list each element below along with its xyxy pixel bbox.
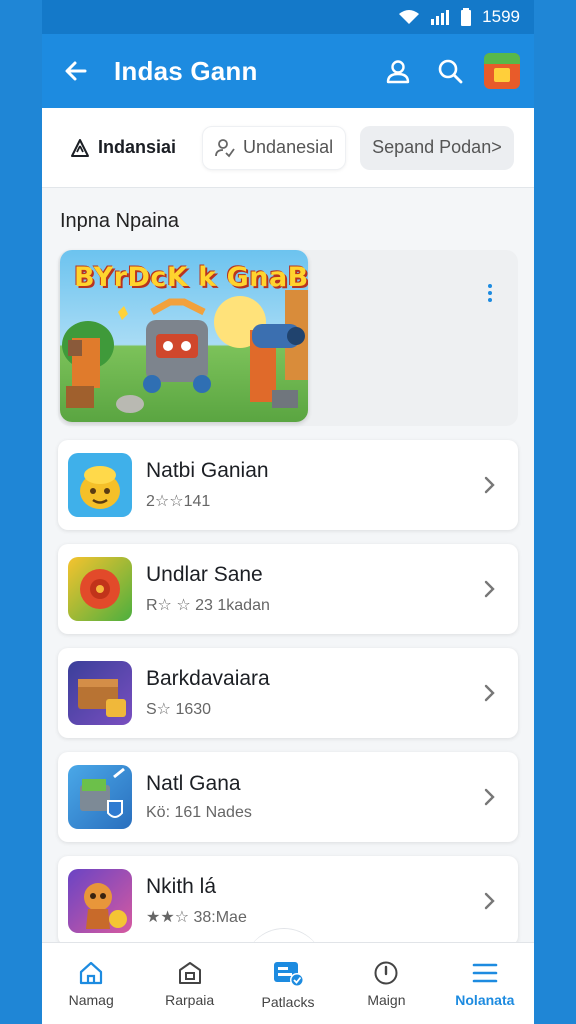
nav-patlacks[interactable]: Patlacks <box>239 943 337 1024</box>
list-item[interactable]: Natl Gana Kö: 161 Nades <box>58 752 518 842</box>
arrow-left-icon <box>65 61 87 81</box>
game-icon <box>68 765 132 829</box>
game-icon <box>68 453 132 517</box>
game-name: Undlar Sane <box>146 563 263 586</box>
game-meta: R☆ ☆ 23 1kadan <box>146 597 270 614</box>
nav-label: Patlacks <box>261 993 315 1010</box>
game-meta: S☆ 1630 <box>146 701 212 718</box>
menu-icon <box>472 963 498 982</box>
chevron-right-icon <box>480 475 500 495</box>
chevron-right-icon <box>480 787 500 807</box>
chevron-right-icon <box>480 683 500 703</box>
nav-nolanata[interactable]: Nolanata <box>436 943 534 1024</box>
game-meta: ★★☆ 38:Mae <box>146 909 247 926</box>
status-time: 1599 <box>482 7 520 26</box>
tab-label: Indansiai <box>98 137 177 157</box>
nav-home[interactable]: Namag <box>42 943 140 1024</box>
game-name: Nkith lá <box>146 875 217 898</box>
more-options-button[interactable] <box>480 280 500 306</box>
game-name: Natbi Ganian <box>146 459 269 482</box>
section-title: Inpna Npaina <box>60 210 179 232</box>
nav-rarpaia[interactable]: Rarpaia <box>140 943 238 1024</box>
featured-game-card[interactable]: BYrDcK k GnaBi <box>58 250 518 426</box>
nav-maign[interactable]: Maign <box>337 943 435 1024</box>
triangle-person-icon <box>71 138 89 157</box>
search-button[interactable] <box>432 53 468 89</box>
status-bar: 1599 <box>42 0 534 34</box>
tab-undanesial[interactable]: Undanesial <box>202 125 347 170</box>
page-title: Indas Gann <box>114 55 258 86</box>
game-meta: 2☆☆141 <box>146 493 211 510</box>
back-button[interactable] <box>60 55 92 87</box>
gift-icon <box>484 53 520 89</box>
search-icon <box>438 59 463 84</box>
wifi-icon <box>398 9 420 25</box>
nav-label: Nolanata <box>455 991 515 1008</box>
game-list: Natbi Ganian 2☆☆141 Undlar Sane R☆ ☆ 23 … <box>58 440 518 946</box>
tab-label: Sepand Podan> <box>372 137 502 157</box>
app-bar: Indas Gann <box>42 34 534 108</box>
list-item[interactable]: Undlar Sane R☆ ☆ 23 1kadan <box>58 544 518 634</box>
nav-label: Maign <box>367 991 406 1008</box>
banner-title: BYrDcK k GnaBi <box>74 262 308 293</box>
game-icon <box>68 869 132 933</box>
tab-label: Undanesial <box>243 137 334 157</box>
game-name: Natl Gana <box>146 772 241 795</box>
gift-button[interactable] <box>484 53 520 89</box>
user-check-icon <box>215 138 235 157</box>
nav-label: Rarpaia <box>165 991 215 1008</box>
game-meta: Kö: 161 Nades <box>146 804 252 821</box>
category-tabs: Indansiai Undanesial Sepand Podan> <box>42 108 534 188</box>
chevron-right-icon <box>480 891 500 911</box>
featured-banner[interactable]: BYrDcK k GnaBi <box>60 250 308 422</box>
list-item[interactable]: Barkdavaiara S☆ 1630 <box>58 648 518 738</box>
clock-icon <box>374 961 398 984</box>
tab-indansiai[interactable]: Indansiai <box>58 125 189 170</box>
game-icon <box>68 557 132 621</box>
gamepad-check-icon <box>274 961 305 987</box>
home-icon <box>80 961 103 984</box>
game-name: Barkdavaiara <box>146 667 270 690</box>
user-icon <box>386 60 410 84</box>
tab-sepand-podan[interactable]: Sepand Podan> <box>360 125 514 170</box>
chevron-right-icon <box>480 579 500 599</box>
profile-button[interactable] <box>380 53 416 89</box>
store-icon <box>178 961 201 984</box>
game-icon <box>68 661 132 725</box>
battery-icon <box>460 8 472 26</box>
signal-icon <box>430 9 450 25</box>
bottom-nav: Namag Rarpaia Patlacks Maign Nolanata <box>42 942 534 1024</box>
nav-label: Namag <box>68 991 114 1008</box>
list-item[interactable]: Natbi Ganian 2☆☆141 <box>58 440 518 530</box>
phone-screen: 1599 Indas Gann Indansiai Undanesial Sep… <box>42 0 534 1024</box>
